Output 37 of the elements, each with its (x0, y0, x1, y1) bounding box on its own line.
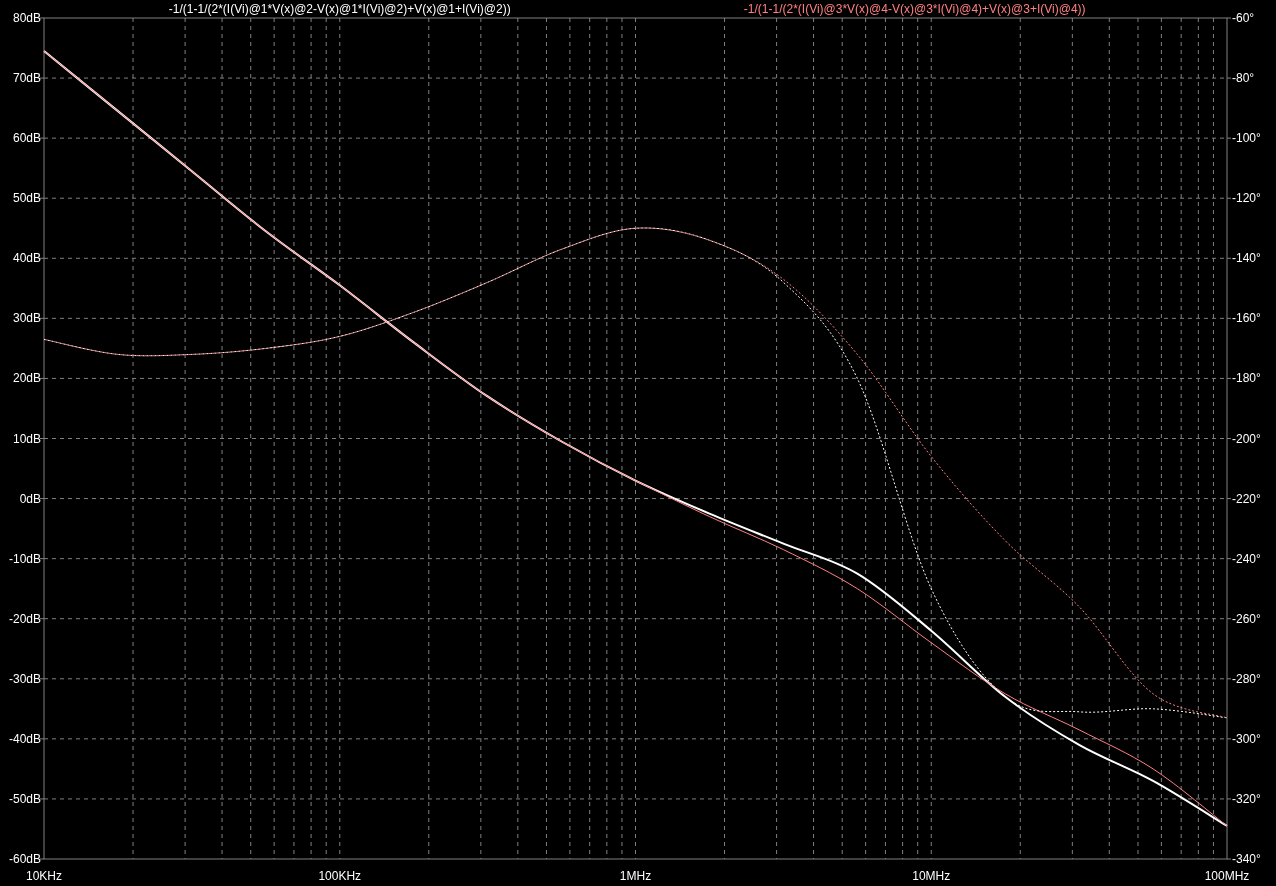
y2-tick-label: -80° (1232, 71, 1255, 86)
y-tick-label: 40dB (12, 251, 41, 266)
x-tick-label: 100MHz (1204, 869, 1250, 883)
y-tick-label: 50dB (12, 191, 41, 206)
x-tick-label: 10KHz (26, 869, 62, 883)
y-tick-label: -40dB (8, 731, 41, 746)
y-tick-label: 70dB (12, 71, 41, 86)
y-tick-label: -20dB (8, 611, 41, 626)
trace-label[interactable]: -1/(1-1/(2*(I(Vi)@1*V(x)@2-V(x)@1*I(Vi)@2)+V(x)@1+I(Vi)@2)) (168, 2, 511, 16)
y-tick-label: -10dB (8, 551, 41, 566)
x-tick-label: 100KHz (318, 869, 362, 883)
y2-tick-label: -100° (1232, 131, 1261, 146)
y2-tick-label: -180° (1232, 371, 1261, 386)
y2-tick-label: -220° (1232, 491, 1261, 506)
y2-tick-label: -60° (1232, 11, 1255, 25)
y2-tick-label: -280° (1232, 671, 1261, 686)
y-tick-label: -50dB (8, 791, 41, 806)
y-tick-label: 20dB (12, 371, 41, 386)
y2-tick-label: -260° (1232, 611, 1261, 626)
y-tick-label: 30dB (12, 311, 41, 326)
y-tick-label: 80dB (12, 11, 41, 25)
y-tick-label: 10dB (12, 431, 41, 446)
x-tick-label: 1MHz (619, 869, 652, 883)
trace-label[interactable]: -1/(1-1/(2*(I(Vi)@3*V(x)@4-V(x)@3*I(Vi)@4)+V(x)@3+I(Vi)@4)) (743, 2, 1086, 16)
y2-tick-label: -160° (1232, 311, 1261, 326)
y2-tick-label: -140° (1232, 251, 1261, 266)
y-tick-label: -60dB (8, 852, 41, 866)
y2-tick-label: -120° (1232, 191, 1261, 206)
x-tick-label: 10MHz (912, 869, 951, 883)
y-tick-label: 0dB (19, 491, 41, 506)
y2-tick-label: -240° (1232, 551, 1261, 566)
y2-tick-label: -340° (1232, 852, 1261, 866)
y2-tick-label: -300° (1232, 731, 1261, 746)
y2-tick-label: -320° (1232, 791, 1261, 806)
y2-tick-label: -200° (1232, 431, 1261, 446)
y-tick-label: -30dB (8, 671, 41, 686)
y-tick-label: 60dB (12, 131, 41, 146)
